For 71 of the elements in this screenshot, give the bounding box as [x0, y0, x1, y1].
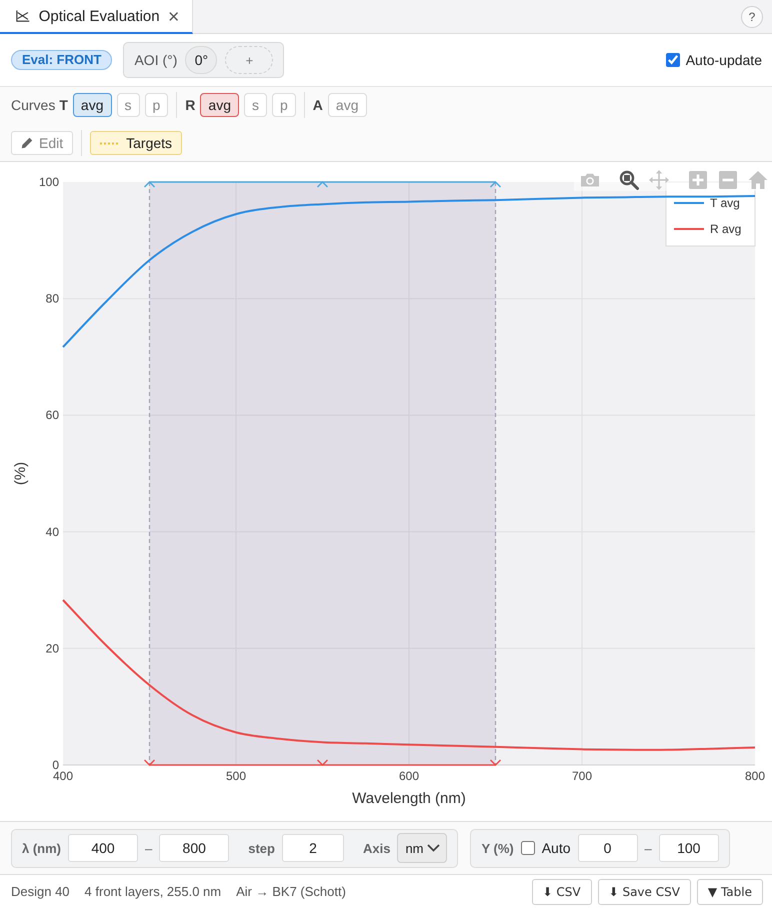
range-label: Y (%) — [481, 840, 514, 856]
checkbox[interactable] — [666, 53, 680, 67]
status-text: Air → BK7 (Schott) — [236, 884, 346, 899]
help-button[interactable]: ? — [741, 6, 763, 28]
caret-marker-icon — [144, 181, 155, 188]
curve-toggle[interactable]: p — [272, 93, 296, 117]
axis-tick-label: 0 — [52, 758, 59, 772]
curve-toggle[interactable]: avg — [328, 93, 366, 117]
dotted-line-icon — [100, 142, 120, 144]
aoi-label: AOI (°) — [134, 52, 178, 68]
curve-group-label: T — [59, 97, 68, 113]
curve-toggle[interactable]: s — [116, 93, 140, 117]
axis-tick-label: 400 — [52, 769, 74, 783]
angle-chip[interactable]: 0° — [185, 46, 218, 74]
checkbox-label: Auto-update — [686, 52, 762, 68]
range-label: λ (nm) — [22, 840, 61, 856]
tab[interactable]: Optical Evaluation — [0, 0, 193, 34]
input-field[interactable]: 2 — [282, 834, 344, 862]
status-text: 4 front layers, 255.0 nm — [84, 884, 222, 899]
input-field[interactable]: 0 — [578, 834, 638, 862]
curves-label: Curves — [11, 97, 56, 113]
axis-tick-label: 600 — [398, 769, 420, 783]
legend-label[interactable]: T avg — [710, 196, 740, 210]
status-button[interactable]: ⬇ Save CSV — [598, 878, 691, 904]
home-icon[interactable] — [748, 170, 768, 190]
pencil-icon — [21, 137, 33, 149]
zoom-in-icon[interactable] — [688, 170, 708, 190]
eval-badge: Eval: FRONT — [11, 50, 112, 70]
close-icon[interactable] — [168, 10, 178, 22]
input-field[interactable]: 400 — [68, 834, 138, 862]
axis-tick-label: 80 — [46, 292, 59, 306]
caret-marker-icon — [317, 760, 328, 766]
status-button[interactable]: ⬇ CSV — [532, 878, 592, 904]
step-label: step — [248, 840, 275, 856]
checkbox-label: Auto — [542, 840, 571, 856]
add-angle-button[interactable]: + — [225, 46, 274, 74]
chart-icon — [16, 9, 30, 23]
caret-marker-icon — [144, 760, 155, 766]
caret-marker-icon — [490, 760, 501, 766]
move-icon[interactable] — [649, 170, 669, 190]
axis-tick-label: 20 — [46, 641, 59, 656]
curve-toggle[interactable]: avg — [72, 93, 112, 117]
curve-toggle[interactable]: s — [244, 93, 267, 117]
axis-title: (%) — [12, 462, 29, 486]
axis-select[interactable]: nm — [397, 833, 448, 863]
zoom-out-icon[interactable] — [718, 170, 738, 190]
caret-marker-icon — [490, 181, 501, 188]
axis-tick-label: 60 — [46, 408, 59, 422]
curve-toggle[interactable]: avg — [200, 93, 239, 117]
curve-group-label: A — [312, 97, 323, 113]
axis-tick-label: 500 — [226, 769, 246, 783]
status-text: Design 40 — [11, 884, 70, 899]
status-button[interactable]: ▼ Table — [696, 878, 763, 904]
caret-marker-icon — [317, 181, 328, 188]
checkbox[interactable] — [520, 841, 535, 855]
legend-label[interactable]: R avg — [710, 222, 742, 236]
axis-tick-label: 100 — [38, 175, 59, 189]
targets-button[interactable]: Targets — [90, 131, 182, 155]
curve-toggle[interactable]: p — [144, 93, 168, 117]
chevron-down-icon — [427, 844, 440, 852]
axis-tick-label: 40 — [46, 524, 59, 539]
zoom-icon[interactable] — [619, 170, 639, 190]
range-dash: – — [644, 840, 652, 856]
input-field[interactable]: 100 — [658, 834, 719, 862]
curve-group-label: R — [185, 97, 196, 113]
axis-tick-label: 700 — [572, 769, 592, 783]
range-dash: – — [145, 840, 152, 856]
axis-tick-label: 800 — [744, 769, 766, 783]
axis-title: Wavelength (nm) — [352, 790, 466, 807]
axis-label: Axis — [362, 840, 390, 856]
input-field[interactable]: 800 — [159, 834, 230, 862]
